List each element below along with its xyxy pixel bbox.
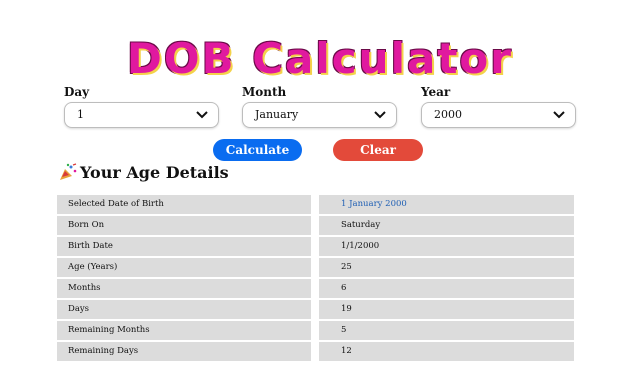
page-title: DOB Calculator: [127, 34, 513, 83]
row-label: Remaining Months: [57, 321, 311, 340]
table-row: Age (Years) 25: [57, 258, 574, 277]
chevron-down-icon: [196, 111, 208, 119]
year-select[interactable]: 2000: [421, 102, 576, 128]
table-row: Selected Date of Birth 1 January 2000: [57, 195, 574, 214]
age-details-table: Selected Date of Birth 1 January 2000 Bo…: [57, 195, 574, 363]
calculate-button[interactable]: Calculate: [213, 139, 302, 161]
table-row: Born On Saturday: [57, 216, 574, 235]
day-label: Day: [64, 85, 90, 99]
row-value: 19: [319, 300, 574, 319]
row-value: 6: [319, 279, 574, 298]
row-label: Days: [57, 300, 311, 319]
row-value: Saturday: [319, 216, 574, 235]
row-label: Months: [57, 279, 311, 298]
month-label: Month: [242, 85, 287, 99]
month-select-value: January: [255, 108, 299, 121]
row-label: Remaining Days: [57, 342, 311, 361]
table-row: Birth Date 1/1/2000: [57, 237, 574, 256]
year-select-value: 2000: [434, 108, 462, 121]
row-label: Selected Date of Birth: [57, 195, 311, 214]
row-value: 25: [319, 258, 574, 277]
row-value: 1/1/2000: [319, 237, 574, 256]
details-heading: Your Age Details: [58, 162, 229, 184]
row-value: 12: [319, 342, 574, 361]
clear-button[interactable]: Clear: [333, 139, 423, 161]
row-value: 1 January 2000: [319, 195, 574, 214]
year-label: Year: [421, 85, 451, 99]
row-value: 5: [319, 321, 574, 340]
table-row: Days 19: [57, 300, 574, 319]
row-label: Age (Years): [57, 258, 311, 277]
row-label: Born On: [57, 216, 311, 235]
table-row: Months 6: [57, 279, 574, 298]
day-select-value: 1: [77, 108, 84, 121]
chevron-down-icon: [374, 111, 386, 119]
chevron-down-icon: [553, 111, 565, 119]
details-title: Your Age Details: [80, 163, 229, 182]
month-select[interactable]: January: [242, 102, 397, 128]
row-label: Birth Date: [57, 237, 311, 256]
day-select[interactable]: 1: [64, 102, 219, 128]
table-row: Remaining Months 5: [57, 321, 574, 340]
table-row: Remaining Days 12: [57, 342, 574, 361]
party-popper-icon: [60, 163, 77, 180]
